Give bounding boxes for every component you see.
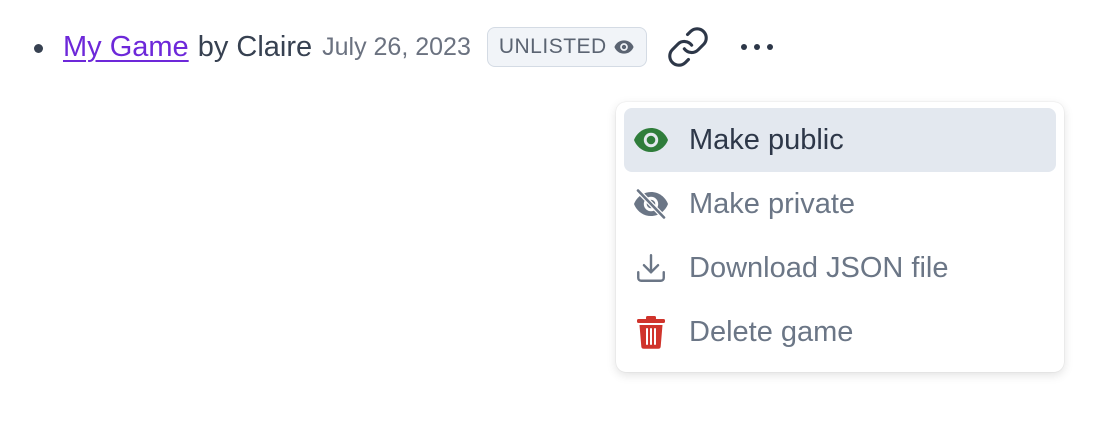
game-date: July 26, 2023	[322, 32, 471, 61]
menu-item-download-json[interactable]: Download JSON file	[624, 236, 1056, 300]
game-author: by Claire	[197, 30, 313, 63]
menu-item-make-public[interactable]: Make public	[624, 108, 1056, 172]
more-horizontal-icon	[740, 44, 773, 50]
visibility-badge: UNLISTED	[486, 27, 647, 67]
menu-item-make-private[interactable]: Make private	[624, 172, 1056, 236]
game-options-menu: Make public Make private Download JSON f…	[616, 102, 1064, 372]
menu-item-label: Delete game	[689, 315, 854, 348]
menu-item-label: Download JSON file	[689, 251, 949, 284]
eye-icon	[614, 40, 634, 54]
eye-icon	[632, 121, 670, 159]
game-list-item: My Game by Claire July 26, 2023 UNLISTED	[34, 22, 777, 72]
copy-link-button[interactable]	[665, 24, 711, 70]
game-title-link[interactable]: My Game	[63, 31, 189, 64]
list-bullet	[34, 43, 43, 53]
link-icon	[667, 27, 708, 67]
menu-item-label: Make private	[689, 187, 856, 220]
eye-off-icon	[632, 185, 670, 223]
visibility-badge-label: UNLISTED	[498, 35, 607, 58]
menu-item-delete-game[interactable]: Delete game	[624, 300, 1056, 364]
menu-item-label: Make public	[689, 123, 844, 156]
download-icon	[632, 249, 670, 287]
more-options-button[interactable]	[737, 27, 777, 67]
trash-icon	[632, 313, 670, 351]
